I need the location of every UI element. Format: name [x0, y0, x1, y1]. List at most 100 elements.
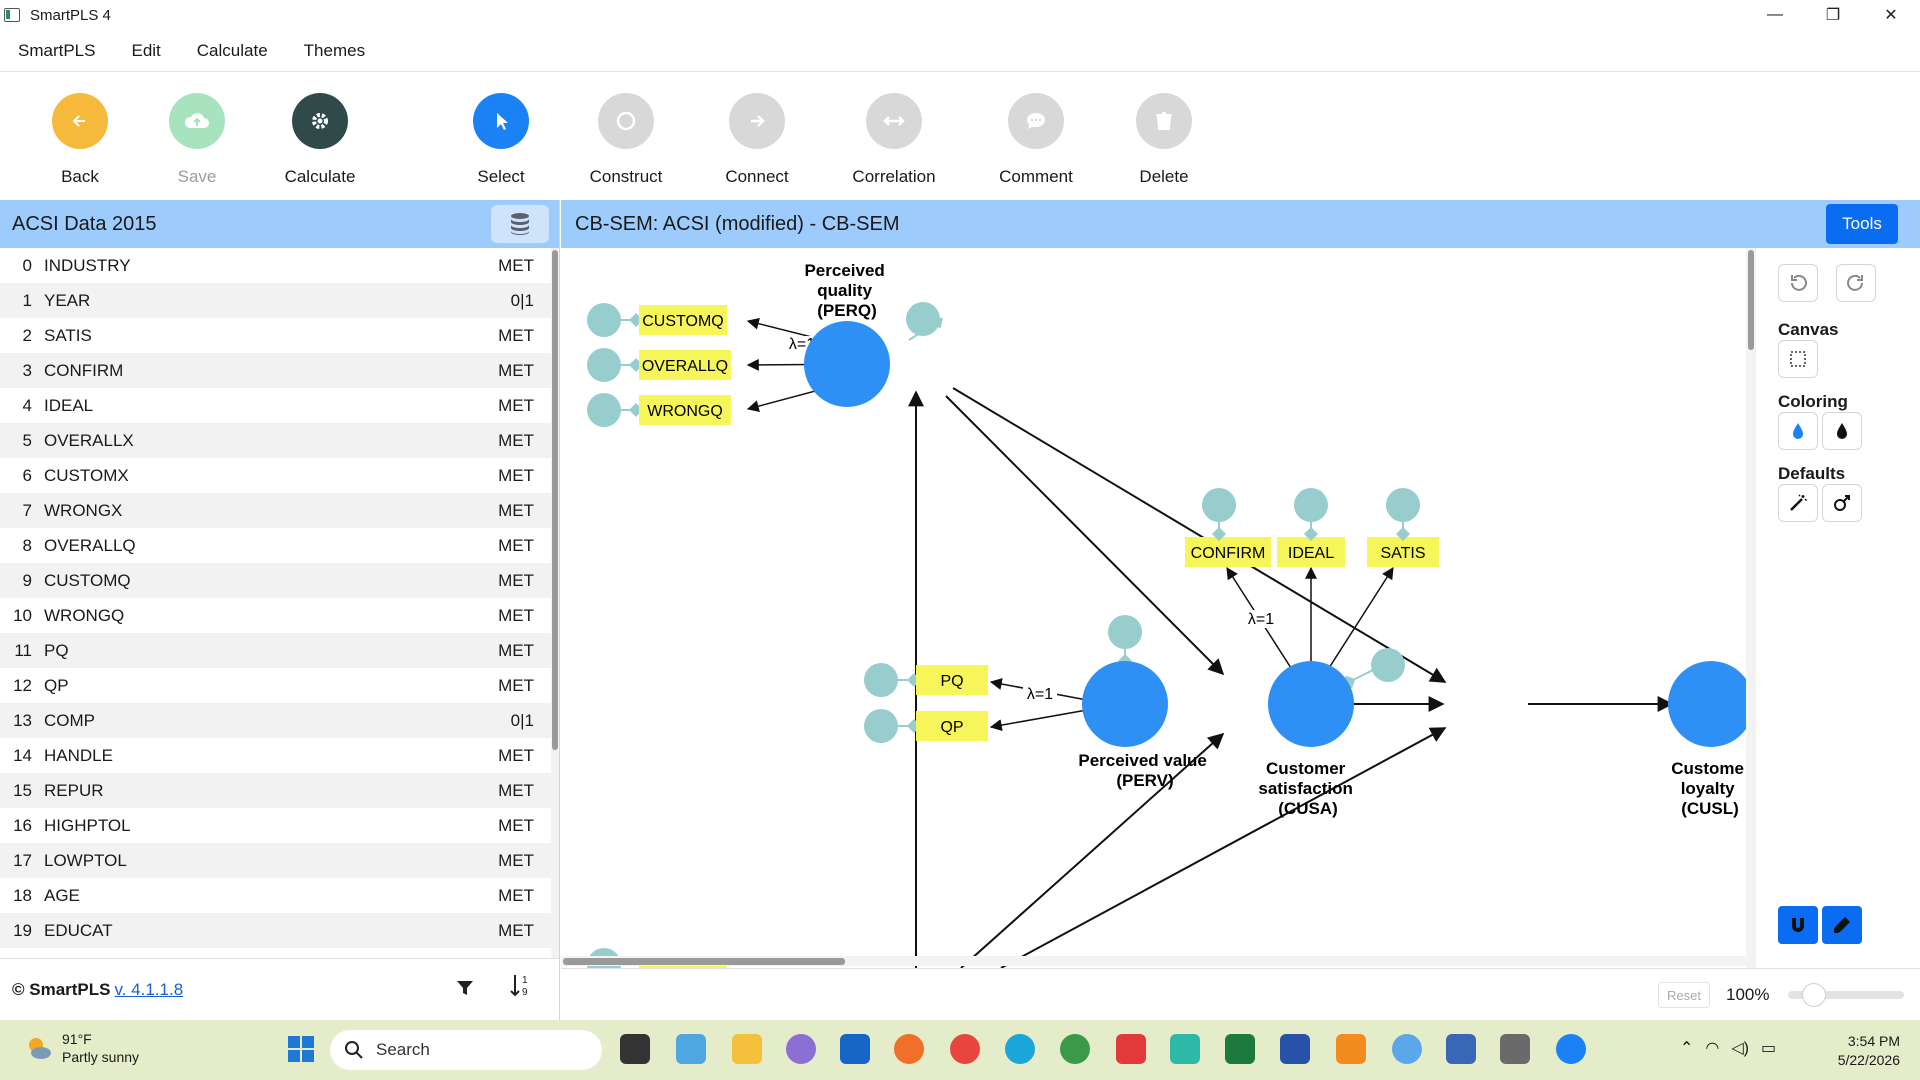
file-explorer-icon[interactable]: [732, 1034, 762, 1064]
sort-numeric-icon[interactable]: 19: [510, 973, 532, 1001]
notepad-icon[interactable]: [1446, 1034, 1476, 1064]
path-perq-cusa[interactable]: [952, 387, 1447, 683]
variable-row[interactable]: 1 YEAR 0|1: [0, 283, 552, 318]
error-qp[interactable]: [864, 709, 898, 743]
highlighter-button[interactable]: [1822, 906, 1862, 944]
construct-cusa[interactable]: [1268, 661, 1354, 747]
zoom-slider-knob[interactable]: [1802, 983, 1826, 1007]
variable-row[interactable]: 16 HIGHPTOL MET: [0, 808, 552, 843]
variable-row[interactable]: 15 REPUR MET: [0, 773, 552, 808]
variable-row[interactable]: 13 COMP 0|1: [0, 703, 552, 738]
correlation-tool-button[interactable]: Correlation: [834, 93, 954, 187]
variable-row[interactable]: 14 HANDLE MET: [0, 738, 552, 773]
variable-row[interactable]: 6 CUSTOMX MET: [0, 458, 552, 493]
select-tool-button[interactable]: Select: [441, 93, 561, 187]
app-icon-3[interactable]: [1116, 1034, 1146, 1064]
variable-row[interactable]: 3 CONFIRM MET: [0, 353, 552, 388]
menu-smartpls[interactable]: SmartPLS: [0, 41, 113, 61]
canvas-vertical-scrollbar[interactable]: [1746, 248, 1756, 968]
variable-row[interactable]: 10 WRONGQ MET: [0, 598, 552, 633]
excel-icon[interactable]: [1225, 1034, 1255, 1064]
menu-themes[interactable]: Themes: [286, 41, 383, 61]
variable-row[interactable]: 9 CUSTOMQ MET: [0, 563, 552, 598]
error-overallq[interactable]: [587, 348, 621, 382]
calculate-button[interactable]: Calculate: [260, 93, 380, 187]
variable-list-scrollbar[interactable]: [551, 248, 559, 958]
variable-row[interactable]: 0 INDUSTRY MET: [0, 248, 552, 283]
magnet-snap-button[interactable]: [1778, 906, 1818, 944]
taskbar-search[interactable]: Search: [330, 1030, 602, 1070]
remote-desktop-icon[interactable]: [1280, 1034, 1310, 1064]
tools-button[interactable]: Tools: [1826, 204, 1898, 244]
undo-button[interactable]: [1778, 264, 1818, 302]
volume-icon[interactable]: ◁): [1731, 1038, 1749, 1058]
variable-row[interactable]: 19 EDUCAT MET: [0, 913, 552, 948]
minimize-button[interactable]: —: [1746, 0, 1804, 30]
task-view-icon[interactable]: [620, 1034, 650, 1064]
edge-icon[interactable]: [1005, 1034, 1035, 1064]
battery-icon[interactable]: ▭: [1761, 1038, 1776, 1058]
variable-row[interactable]: 18 AGE MET: [0, 878, 552, 913]
app-icon-2[interactable]: [1060, 1034, 1090, 1064]
app-icon-7[interactable]: [1500, 1034, 1530, 1064]
variable-row[interactable]: 12 QP MET: [0, 668, 552, 703]
model-canvas[interactable]: λ=1 CUSTOMQ OVERALLQ WRONGQ Perceived qu…: [561, 248, 1746, 968]
error-ideal[interactable]: [1294, 488, 1328, 522]
weather-widget[interactable]: 91°F Partly sunny: [24, 1030, 139, 1066]
windows-start-icon[interactable]: [286, 1034, 316, 1064]
chevron-up-icon[interactable]: ⌃: [1680, 1038, 1693, 1058]
path-lower-cusa[interactable]: [1000, 727, 1447, 968]
redo-button[interactable]: [1836, 264, 1876, 302]
comment-tool-button[interactable]: Comment: [976, 93, 1096, 187]
app-icon-6[interactable]: [1392, 1034, 1422, 1064]
defaults-gender-button[interactable]: [1822, 484, 1862, 522]
coloring-black-button[interactable]: [1822, 412, 1862, 450]
menu-calculate[interactable]: Calculate: [179, 41, 286, 61]
error-pq[interactable]: [864, 663, 898, 697]
outlook-icon[interactable]: [840, 1034, 870, 1064]
canvas-horizontal-scrollbar[interactable]: [561, 956, 1746, 966]
filter-icon[interactable]: [456, 979, 474, 1002]
variable-row[interactable]: 17 LOWPTOL MET: [0, 843, 552, 878]
delete-tool-button[interactable]: Delete: [1104, 93, 1224, 187]
app-icon-1[interactable]: [786, 1034, 816, 1064]
app-icon-4[interactable]: [1170, 1034, 1200, 1064]
error-customq[interactable]: [587, 303, 621, 337]
snipping-tool-icon[interactable]: [676, 1034, 706, 1064]
firefox-icon[interactable]: [894, 1034, 924, 1064]
database-button[interactable]: [491, 205, 549, 243]
construct-cusl[interactable]: [1668, 661, 1746, 747]
path-perq-perv[interactable]: [945, 395, 1225, 676]
reset-zoom-button[interactable]: Reset: [1658, 982, 1710, 1008]
canvas-select-area-button[interactable]: [1778, 340, 1818, 378]
variable-row[interactable]: 20HISPANIC0|1: [0, 948, 552, 959]
wifi-icon[interactable]: ◠: [1705, 1038, 1719, 1058]
close-button[interactable]: ✕: [1862, 0, 1920, 30]
menu-edit[interactable]: Edit: [113, 41, 178, 61]
system-clock[interactable]: 3:54 PM 5/22/2026: [1838, 1032, 1900, 1070]
disturbance-perq[interactable]: [906, 302, 940, 336]
disturbance-cusa[interactable]: [1371, 648, 1405, 682]
disturbance-perv[interactable]: [1108, 615, 1142, 649]
error-wrongq[interactable]: [587, 393, 621, 427]
app-icon-5[interactable]: [1336, 1034, 1366, 1064]
chrome-icon[interactable]: [950, 1034, 980, 1064]
variable-row[interactable]: 8 OVERALLQ MET: [0, 528, 552, 563]
connect-tool-button[interactable]: Connect: [697, 93, 817, 187]
save-button[interactable]: Save: [137, 93, 257, 187]
maximize-button[interactable]: ❐: [1804, 0, 1862, 30]
variable-row[interactable]: 2 SATIS MET: [0, 318, 552, 353]
smartpls-taskbar-icon[interactable]: [1556, 1034, 1586, 1064]
construct-tool-button[interactable]: Construct: [566, 93, 686, 187]
variable-row[interactable]: 7 WRONGX MET: [0, 493, 552, 528]
error-satis[interactable]: [1386, 488, 1420, 522]
error-confirm[interactable]: [1202, 488, 1236, 522]
coloring-blue-button[interactable]: [1778, 412, 1818, 450]
construct-perq[interactable]: [804, 321, 890, 407]
defaults-magic-wand-button[interactable]: [1778, 484, 1818, 522]
construct-perv[interactable]: [1082, 661, 1168, 747]
variable-row[interactable]: 4 IDEAL MET: [0, 388, 552, 423]
variable-row[interactable]: 11 PQ MET: [0, 633, 552, 668]
version-link[interactable]: v. 4.1.1.8: [115, 980, 184, 1000]
back-button[interactable]: Back: [20, 93, 140, 187]
